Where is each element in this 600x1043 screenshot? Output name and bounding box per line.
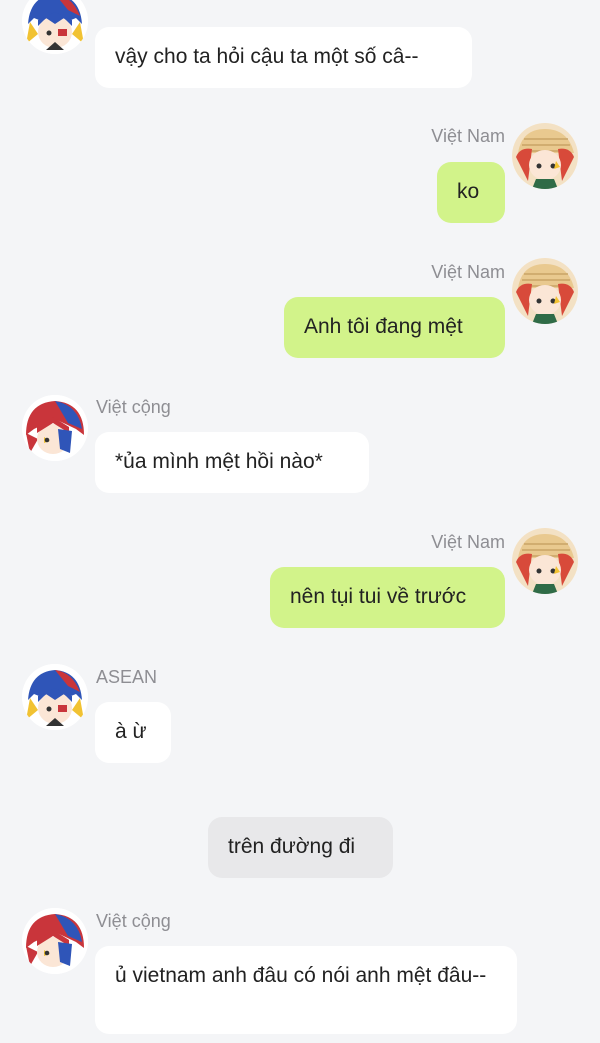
- message-bubble: Anh tôi đang mệt: [284, 297, 505, 358]
- message-bubble: vậy cho ta hỏi cậu ta một số câ--: [95, 27, 472, 88]
- message-bubble: *ủa mình mệt hồi nào*: [95, 432, 369, 493]
- sender-name: Việt cộng: [96, 397, 171, 417]
- message-bubble: ko: [437, 162, 505, 223]
- narration-bubble: trên đường đi: [208, 817, 393, 878]
- vietnam-avatar-icon[interactable]: [512, 528, 578, 594]
- asean-avatar-icon[interactable]: [22, 664, 88, 730]
- sender-name: ASEAN: [96, 667, 158, 687]
- message-bubble: à ừ: [95, 702, 171, 763]
- message-bubble: ủ vietnam anh đâu có nói anh mệt đâu--: [95, 946, 517, 1034]
- sender-name: Việt Nam: [431, 532, 505, 552]
- sender-name: Việt Nam: [431, 126, 505, 146]
- vietnam-avatar-icon[interactable]: [512, 258, 578, 324]
- vietcong-avatar-icon[interactable]: [22, 908, 88, 974]
- asean-avatar-icon[interactable]: [22, 0, 88, 54]
- vietcong-avatar-icon[interactable]: [22, 395, 88, 461]
- sender-name: Việt Nam: [431, 262, 505, 282]
- vietnam-avatar-icon[interactable]: [512, 123, 578, 189]
- message-bubble: nên tụi tui về trước: [270, 567, 505, 628]
- sender-name: Việt cộng: [96, 911, 171, 931]
